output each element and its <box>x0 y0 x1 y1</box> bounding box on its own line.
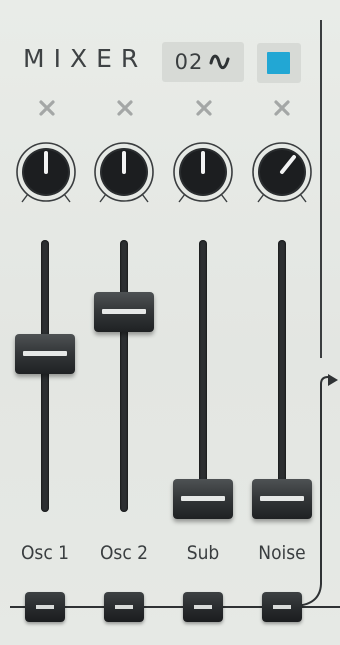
color-toggle-button[interactable] <box>257 43 301 83</box>
route-button-noise[interactable] <box>262 592 302 622</box>
knob-osc1[interactable] <box>14 140 78 204</box>
fader-thumb-sub[interactable] <box>173 479 233 519</box>
route-button-osc1[interactable] <box>25 592 65 622</box>
knob-osc2[interactable] <box>92 140 156 204</box>
sine-wave-icon <box>209 53 231 71</box>
fader-thumb-osc2[interactable] <box>94 292 154 332</box>
mute-noise-button[interactable] <box>269 97 295 123</box>
fader-track-sub[interactable] <box>199 240 207 512</box>
waveform-select[interactable]: 02 <box>162 42 244 82</box>
color-swatch <box>267 52 290 74</box>
fader-thumb-osc1[interactable] <box>15 334 75 374</box>
x-icon <box>195 99 213 121</box>
channel-label-sub: Sub <box>186 542 220 564</box>
mixer-title: MIXER <box>23 44 148 73</box>
route-button-osc2[interactable] <box>104 592 144 622</box>
fader-track-noise[interactable] <box>278 240 286 512</box>
channel-label-osc2: Osc 2 <box>99 542 149 564</box>
mixer-panel: MIXER 02 Osc 1 Osc 2 Sub Noise <box>0 0 340 645</box>
mute-osc2-button[interactable] <box>112 97 138 123</box>
fader-track-osc2[interactable] <box>120 240 128 512</box>
channel-label-osc1: Osc 1 <box>20 542 70 564</box>
fader-track-osc1[interactable] <box>41 240 49 512</box>
mute-sub-button[interactable] <box>191 97 217 123</box>
knob-sub[interactable] <box>171 140 235 204</box>
route-button-sub[interactable] <box>183 592 223 622</box>
routing-connector <box>291 376 329 607</box>
signal-line <box>320 20 322 358</box>
waveform-select-value: 02 <box>174 50 204 74</box>
x-icon <box>273 99 291 121</box>
x-icon <box>116 99 134 121</box>
knob-noise[interactable] <box>250 140 314 204</box>
x-icon <box>38 99 56 121</box>
mute-osc1-button[interactable] <box>34 97 60 123</box>
